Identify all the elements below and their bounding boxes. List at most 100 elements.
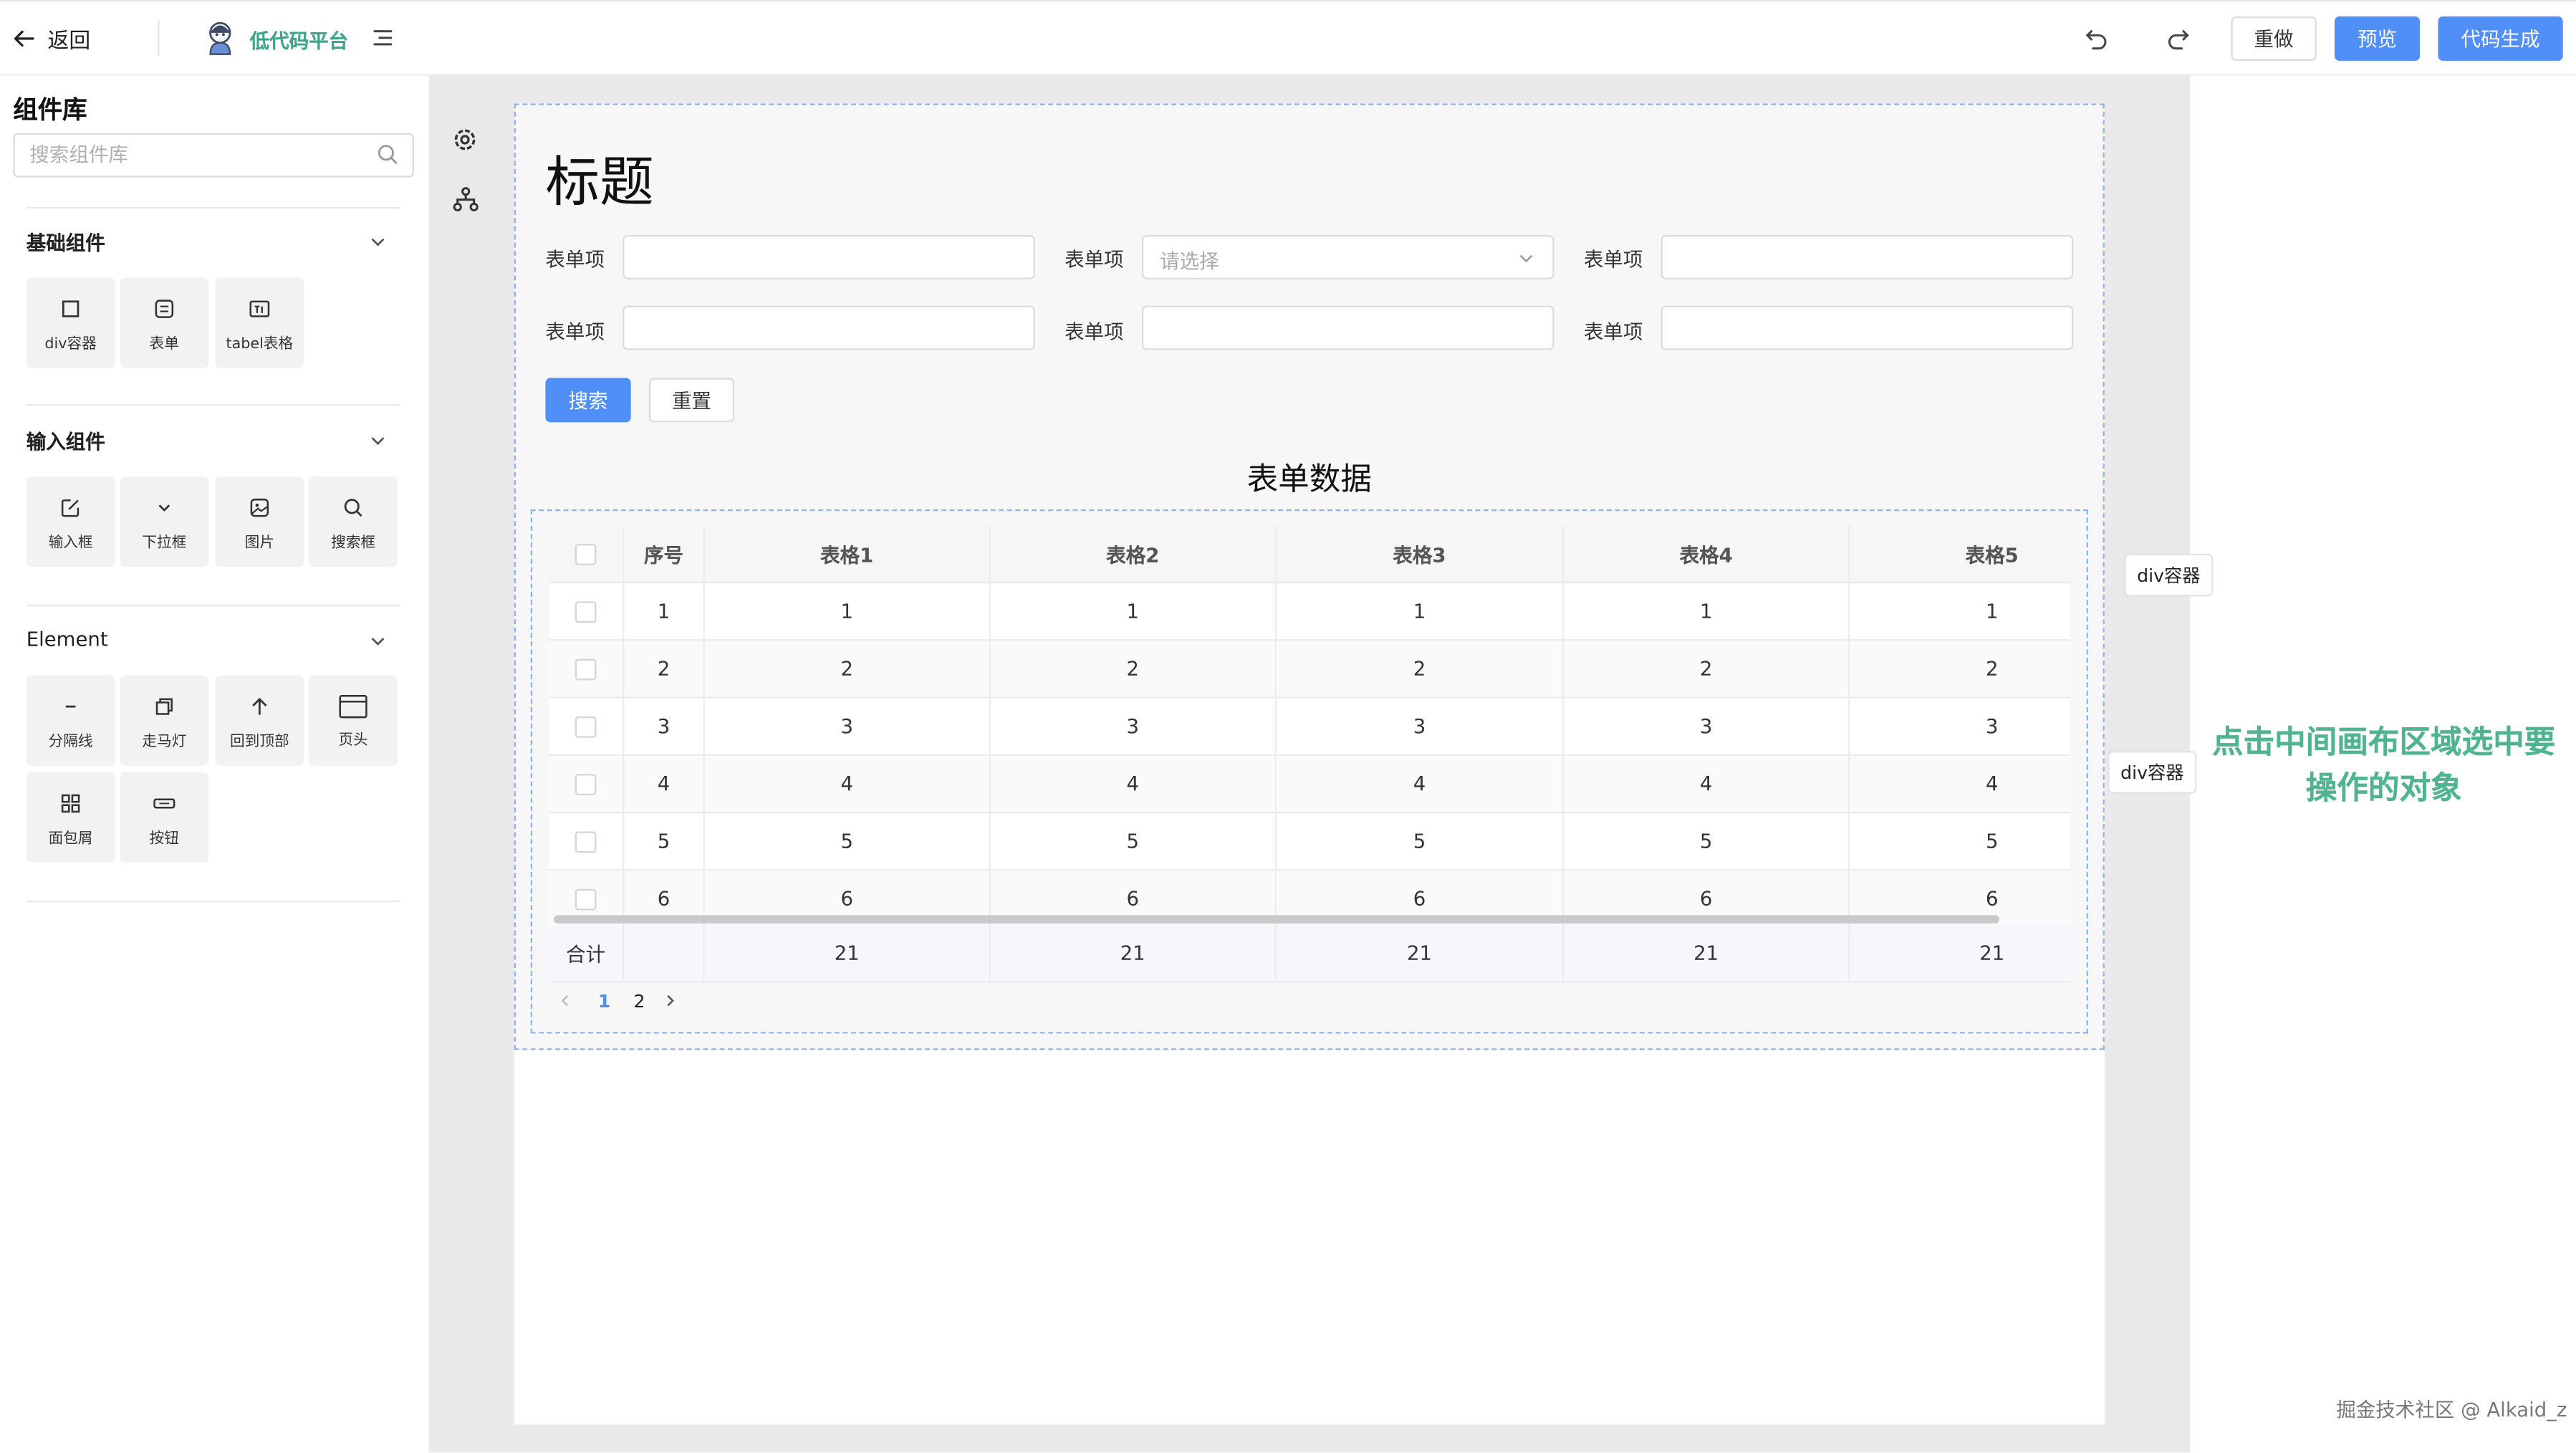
table-cell: 2	[1276, 641, 1565, 699]
chevron-down-icon[interactable]	[368, 631, 388, 651]
table-row[interactable]: 3 3 3 3 3 3	[548, 698, 2070, 756]
section-element-title[interactable]: Element	[27, 628, 108, 651]
form-input-field[interactable]	[1661, 234, 2074, 279]
table-cell: 2	[990, 641, 1277, 699]
chevron-down-icon	[1519, 254, 1533, 263]
div-container-tag[interactable]: div容器	[2124, 553, 2214, 597]
page-2[interactable]: 2	[633, 990, 645, 1012]
tile-label: 页头	[338, 732, 368, 749]
component-tile-select[interactable]: 下拉框	[120, 476, 209, 567]
row-checkbox[interactable]	[575, 888, 597, 910]
tile-label: 搜索框	[331, 535, 376, 552]
minus-icon	[65, 705, 76, 708]
header-divider	[158, 19, 160, 56]
table-row[interactable]: 2 2 2 2 2 2	[548, 641, 2070, 699]
form-input-field[interactable]	[1661, 305, 2074, 350]
edit-icon	[61, 499, 80, 517]
row-checkbox-cell[interactable]	[548, 755, 625, 814]
table-row[interactable]: 1 1 1 1 1 1	[548, 583, 2070, 641]
tile-label: 回到顶部	[230, 734, 289, 752]
form-item-label: 表单项	[545, 320, 605, 344]
table-cell: 2	[624, 641, 705, 699]
section-basic-title[interactable]: 基础组件	[27, 229, 105, 256]
row-checkbox[interactable]	[575, 830, 597, 853]
codegen-button[interactable]: 代码生成	[2438, 16, 2563, 61]
data-table[interactable]: 序号 表格1 表格2 表格3 表格4 表格5 1 1 1 1 1 1 2 2 2…	[548, 525, 2070, 983]
table-horizontal-scrollbar[interactable]	[553, 915, 2000, 924]
form-item-label: 表单项	[1064, 320, 1124, 344]
table-cell: 1	[1564, 583, 1850, 641]
table-cell: 5	[1850, 813, 2070, 871]
table-cell: 3	[704, 698, 991, 756]
redo-text-button[interactable]: 重做	[2231, 16, 2317, 61]
row-checkbox-cell[interactable]	[548, 641, 625, 699]
component-tree-icon[interactable]	[452, 186, 480, 214]
component-tile-breadcrumb[interactable]: 面包屑	[26, 772, 115, 863]
component-tile-form[interactable]: 表单	[120, 277, 209, 368]
table-cell: 1	[624, 583, 705, 641]
table-cell: 5	[704, 813, 991, 871]
row-checkbox[interactable]	[575, 658, 597, 680]
table-title[interactable]: 表单数据	[514, 455, 2105, 499]
tile-label: 走马灯	[142, 734, 187, 752]
table-cell: 3	[990, 698, 1277, 756]
row-checkbox-cell[interactable]	[548, 813, 625, 871]
reset-button[interactable]: 重置	[648, 378, 735, 423]
page-title[interactable]: 标题	[545, 138, 653, 217]
table-cell: 5	[1564, 813, 1850, 871]
form-input-field[interactable]	[1141, 305, 1554, 350]
div-container-tag[interactable]: div容器	[2108, 751, 2197, 794]
row-checkbox-cell[interactable]	[548, 583, 625, 641]
row-checkbox-cell[interactable]	[548, 698, 625, 756]
table-cell: 2	[1850, 641, 2070, 699]
chevron-down-icon	[158, 504, 170, 512]
table-row[interactable]: 5 5 5 5 5 5	[548, 813, 2070, 871]
component-tile-divider[interactable]: 分隔线	[26, 675, 115, 766]
table-row[interactable]: 4 4 4 4 4 4	[548, 755, 2070, 814]
chevron-down-icon[interactable]	[368, 231, 388, 251]
table-cell: 1	[1276, 583, 1565, 641]
preview-button[interactable]: 预览	[2334, 16, 2421, 61]
component-tile-searchbox[interactable]: 搜索框	[309, 476, 398, 567]
select-placeholder: 请选择	[1160, 249, 1219, 273]
form-input-field[interactable]	[623, 234, 1035, 279]
form-item-label: 表单项	[1583, 248, 1643, 272]
component-tile-backtop[interactable]: 回到顶部	[215, 675, 304, 766]
undo-icon[interactable]	[2083, 24, 2110, 51]
component-search-input[interactable]: 搜索组件库	[13, 133, 414, 178]
menu-fold-icon[interactable]	[371, 27, 394, 49]
header-checkbox-cell[interactable]	[548, 525, 625, 584]
gear-icon[interactable]	[450, 125, 479, 154]
app-name: 低代码平台	[249, 29, 349, 53]
component-tile-input[interactable]: 输入框	[26, 476, 115, 567]
section-input-title[interactable]: 输入组件	[27, 427, 105, 455]
row-checkbox[interactable]	[575, 600, 597, 623]
component-tile-table[interactable]: tabel表格	[215, 277, 304, 368]
component-tile-carousel[interactable]: 走马灯	[120, 675, 209, 766]
page-1[interactable]: 1	[598, 990, 611, 1012]
table-cell: 5	[1276, 813, 1565, 871]
select-all-checkbox[interactable]	[575, 542, 597, 565]
header-cell: 表格4	[1564, 525, 1850, 584]
component-tile-pageheader[interactable]: 页头	[309, 675, 398, 766]
row-checkbox[interactable]	[575, 773, 597, 795]
hint-line-2: 操作的对象	[2305, 770, 2462, 807]
search-button[interactable]: 搜索	[545, 378, 631, 423]
search-icon	[344, 499, 362, 517]
logo-avatar-icon	[209, 21, 231, 55]
summary-cell	[624, 925, 705, 983]
chevron-right-icon[interactable]	[661, 992, 678, 1009]
form-select-field[interactable]: 请选择	[1141, 234, 1554, 279]
watermark: 掘金技术社区 @ Alkaid_z	[2336, 1398, 2567, 1421]
component-tile-button[interactable]: 按钮	[120, 772, 209, 863]
back-button[interactable]: 返回	[13, 23, 90, 54]
component-tile-div[interactable]: div容器	[26, 277, 115, 368]
chevron-left-icon[interactable]	[557, 992, 573, 1009]
form-input-field[interactable]	[623, 305, 1035, 350]
component-tile-image[interactable]: 图片	[215, 476, 304, 567]
redo-icon[interactable]	[2166, 24, 2192, 51]
chevron-down-icon[interactable]	[368, 431, 388, 451]
row-checkbox[interactable]	[575, 715, 597, 737]
form-item-label: 表单项	[545, 248, 605, 272]
button-icon	[153, 798, 176, 809]
